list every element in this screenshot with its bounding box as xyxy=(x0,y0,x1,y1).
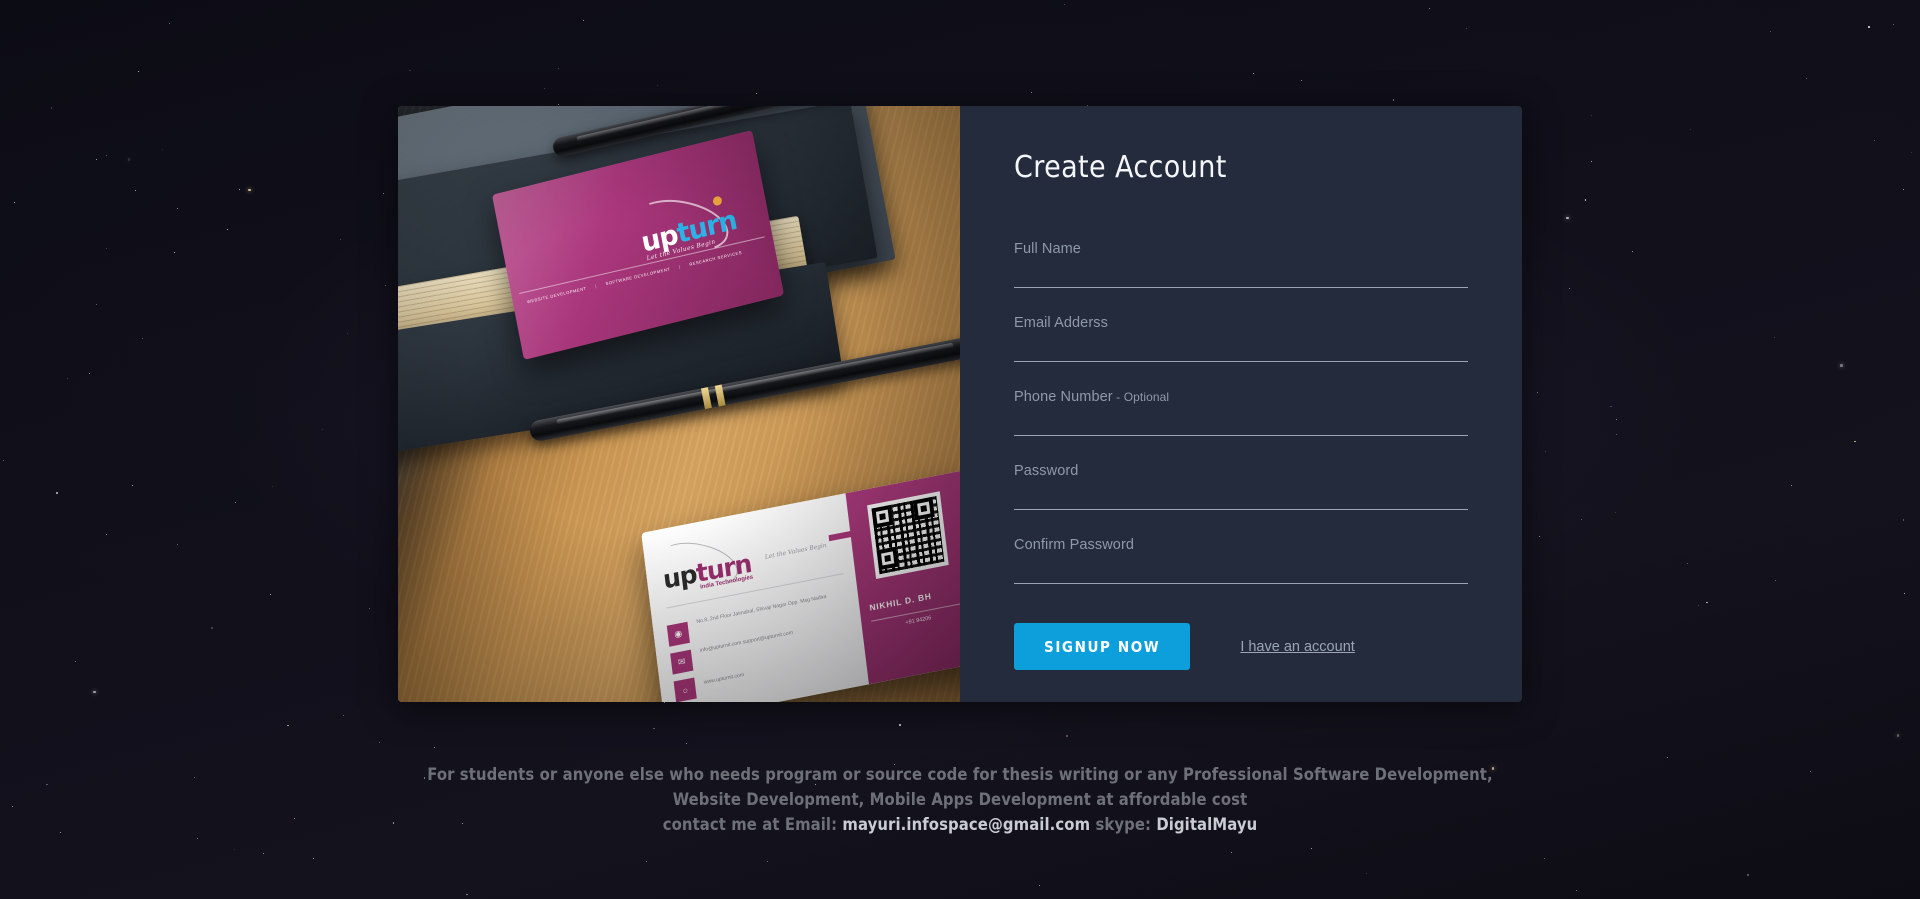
signup-form-panel: Create Account Full Name Email Adderss P… xyxy=(960,106,1522,702)
field-email-address: Email Adderss xyxy=(1014,315,1468,362)
footer-skype-prefix: skype: xyxy=(1090,815,1157,834)
confirm-password-label-text: Confirm Password xyxy=(1014,537,1135,553)
email-address-label-text: Email Adderss xyxy=(1014,315,1108,331)
password-label: Password xyxy=(1014,463,1468,488)
footer-note: For students or anyone else who needs pr… xyxy=(0,762,1920,837)
phone-number-label-text: Phone Number xyxy=(1014,389,1113,405)
full-name-label-text: Full Name xyxy=(1014,241,1081,257)
footer-line-2: Website Development, Mobile Apps Develop… xyxy=(672,790,1248,809)
i-have-an-account-link[interactable]: I have an account xyxy=(1240,639,1354,655)
signup-now-button[interactable]: SIGNUP NOW xyxy=(1014,623,1191,670)
field-phone-number: Phone Number - Optional xyxy=(1014,389,1468,436)
confirm-password-input[interactable] xyxy=(1014,562,1468,584)
photo-vignette xyxy=(398,106,960,702)
footer-email: mayuri.infospace@gmail.com xyxy=(842,815,1091,834)
footer-line-1: For students or anyone else who needs pr… xyxy=(427,765,1493,784)
signup-card: upturn Let the Values Begin WEBSITE DEVE… xyxy=(398,106,1522,702)
page-title: Create Account xyxy=(1014,150,1227,185)
phone-number-input[interactable] xyxy=(1014,414,1468,436)
password-label-text: Password xyxy=(1014,463,1079,479)
phone-number-label: Phone Number - Optional xyxy=(1014,389,1468,414)
email-address-label: Email Adderss xyxy=(1014,315,1468,340)
full-name-label: Full Name xyxy=(1014,241,1468,266)
field-confirm-password: Confirm Password xyxy=(1014,537,1468,584)
footer-skype-handle: DigitalMayu xyxy=(1156,815,1258,834)
field-full-name: Full Name xyxy=(1014,241,1468,288)
email-address-input[interactable] xyxy=(1014,340,1468,362)
footer-contact-prefix: contact me at Email: xyxy=(662,815,843,834)
form-actions: SIGNUP NOW I have an account xyxy=(1014,623,1468,670)
field-password: Password xyxy=(1014,463,1468,510)
footer-line-3: contact me at Email: mayuri.infospace@gm… xyxy=(0,812,1920,837)
page-root: upturn Let the Values Begin WEBSITE DEVE… xyxy=(0,0,1920,899)
promo-photo: upturn Let the Values Begin WEBSITE DEVE… xyxy=(398,106,960,702)
full-name-input[interactable] xyxy=(1014,266,1468,288)
confirm-password-label: Confirm Password xyxy=(1014,537,1468,562)
phone-number-optional-suffix: - Optional xyxy=(1112,390,1170,404)
password-input[interactable] xyxy=(1014,488,1468,510)
